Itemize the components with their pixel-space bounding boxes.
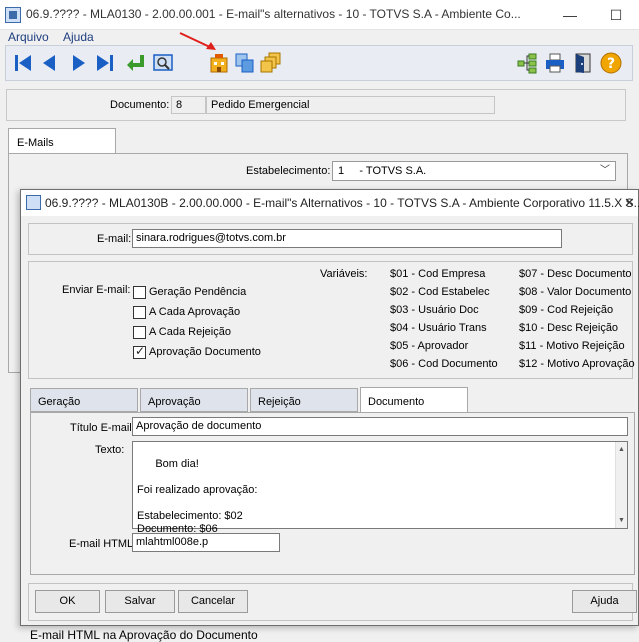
email-html-label: E-mail HTML: bbox=[69, 538, 137, 550]
cancelar-button[interactable]: Cancelar bbox=[178, 590, 248, 613]
tab-label: Documento bbox=[368, 396, 425, 408]
email-panel: E-mail: sinara.rodrigues@totvs.com.br bbox=[28, 223, 633, 255]
variable-item: $12 - Motivo Aprovação bbox=[519, 358, 635, 370]
estabelecimento-value: 1 - TOTVS S.A. bbox=[338, 165, 427, 177]
checkbox-label: Aprovação Documento bbox=[149, 346, 261, 358]
status-text: E-mail HTML na Aprovação do Documento bbox=[30, 628, 258, 642]
estabelecimento-select[interactable]: 1 - TOTVS S.A. ﹀ bbox=[332, 161, 616, 181]
texto-content: Bom dia! Foi realizado aprovação: Estabe… bbox=[137, 458, 258, 535]
variable-item: $02 - Cod Estabelec bbox=[390, 286, 490, 298]
email-label: E-mail: bbox=[97, 233, 132, 245]
texto-label: Texto: bbox=[95, 444, 125, 456]
tab-emails-label: E-Mails bbox=[17, 137, 54, 149]
print-icon[interactable] bbox=[544, 52, 566, 74]
variable-item: $06 - Cod Documento bbox=[390, 358, 498, 370]
checkbox-geracao-pendencia[interactable] bbox=[133, 286, 146, 299]
documento-description: Pedido Emergencial bbox=[206, 96, 495, 114]
variable-item: $05 - Aprovador bbox=[390, 340, 469, 352]
checkbox-label: A Cada Aprovação bbox=[149, 306, 241, 318]
annotation-arrow-icon bbox=[179, 32, 216, 50]
variable-item: $11 - Motivo Rejeição bbox=[519, 340, 625, 352]
ajuda-button[interactable]: Ajuda bbox=[572, 590, 637, 613]
menu-arquivo[interactable]: Arquivo bbox=[8, 30, 49, 44]
tab-geracao[interactable]: Geração bbox=[30, 388, 138, 412]
toolbar: ? bbox=[5, 45, 633, 81]
texto-textarea[interactable]: Bom dia! Foi realizado aprovação: Estabe… bbox=[132, 441, 628, 535]
enviar-email-label: Enviar E-mail: bbox=[62, 284, 131, 296]
email-field[interactable]: sinara.rodrigues@totvs.com.br bbox=[132, 229, 562, 248]
checkbox-cada-rejeicao[interactable] bbox=[133, 326, 146, 339]
previous-record-icon[interactable] bbox=[38, 52, 60, 74]
app-icon bbox=[5, 7, 21, 23]
tab-label: Aprovação bbox=[148, 396, 201, 408]
app-icon bbox=[26, 195, 41, 210]
checkbox-label: Geração Pendência bbox=[149, 286, 247, 298]
structure-icon[interactable] bbox=[516, 52, 538, 74]
first-record-icon[interactable] bbox=[12, 52, 34, 74]
tab-emails[interactable]: E-Mails bbox=[8, 128, 116, 154]
dialog-title-bar: 06.9.???? - MLA0130B - 2.00.00.000 - E-m… bbox=[21, 190, 639, 216]
variable-item: $03 - Usuário Doc bbox=[390, 304, 479, 316]
status-bar: E-mail HTML na Aprovação do Documento bbox=[0, 626, 639, 642]
next-record-icon[interactable] bbox=[68, 52, 90, 74]
menu-ajuda[interactable]: Ajuda bbox=[63, 30, 94, 44]
variaveis-label: Variáveis: bbox=[320, 268, 368, 280]
variable-item: $07 - Desc Documento bbox=[519, 268, 632, 280]
company-icon[interactable] bbox=[208, 52, 230, 74]
tab-documento[interactable]: Documento bbox=[360, 387, 468, 413]
vertical-scrollbar[interactable] bbox=[615, 442, 627, 528]
document-header-panel: Documento: 8 Pedido Emergencial bbox=[6, 89, 626, 121]
checkbox-aprovacao-documento[interactable] bbox=[133, 344, 146, 359]
documento-label: Documento: bbox=[110, 99, 170, 111]
exit-icon[interactable] bbox=[572, 52, 594, 74]
last-record-icon[interactable] bbox=[94, 52, 116, 74]
tab-rejeicao[interactable]: Rejeição bbox=[250, 388, 358, 412]
variable-item: $01 - Cod Empresa bbox=[390, 268, 486, 280]
maximize-button[interactable]: ☐ bbox=[593, 0, 639, 30]
tab-aprovacao[interactable]: Aprovação bbox=[140, 388, 248, 412]
email-html-field[interactable]: mlahtml008e.p bbox=[132, 533, 280, 552]
checkbox-cada-aprovacao[interactable] bbox=[133, 306, 146, 319]
salvar-button[interactable]: Salvar bbox=[105, 590, 175, 613]
copy-icon[interactable] bbox=[234, 52, 256, 74]
titulo-email-field[interactable]: Aprovação de documento bbox=[132, 417, 628, 436]
search-icon[interactable] bbox=[152, 52, 174, 74]
minimize-button[interactable]: — bbox=[547, 0, 593, 30]
main-title-bar: 06.9.???? - MLA0130 - 2.00.00.001 - E-ma… bbox=[0, 0, 639, 30]
email-dialog: 06.9.???? - MLA0130B - 2.00.00.000 - E-m… bbox=[20, 189, 639, 626]
main-window-title: 06.9.???? - MLA0130 - 2.00.00.001 - E-ma… bbox=[26, 7, 521, 21]
documento-code: 8 bbox=[171, 96, 206, 114]
documento-tab-body: Título E-mail: Aprovação de documento Te… bbox=[30, 412, 635, 575]
checkbox-label: A Cada Rejeição bbox=[149, 326, 231, 338]
chevron-down-icon: ﹀ bbox=[600, 165, 610, 176]
variable-item: $04 - Usuário Trans bbox=[390, 322, 487, 334]
ok-button[interactable]: OK bbox=[35, 590, 100, 613]
tab-label: Rejeição bbox=[258, 396, 301, 408]
help-icon[interactable]: ? bbox=[600, 52, 622, 74]
titulo-email-label: Título E-mail: bbox=[70, 422, 135, 434]
multiple-copy-icon[interactable] bbox=[260, 52, 282, 74]
dialog-title: 06.9.???? - MLA0130B - 2.00.00.000 - E-m… bbox=[45, 196, 639, 210]
svg-text:?: ? bbox=[607, 56, 615, 72]
goto-icon[interactable] bbox=[124, 52, 146, 74]
variable-item: $10 - Desc Rejeição bbox=[519, 322, 619, 334]
variable-item: $09 - Cod Rejeição bbox=[519, 304, 614, 316]
variable-item: $08 - Valor Documento bbox=[519, 286, 632, 298]
close-icon[interactable]: ✕ bbox=[624, 190, 638, 216]
tab-label: Geração bbox=[38, 396, 81, 408]
estabelecimento-label: Estabelecimento: bbox=[246, 165, 331, 177]
options-panel: Enviar E-mail: Geração Pendência A Cada … bbox=[28, 261, 635, 379]
